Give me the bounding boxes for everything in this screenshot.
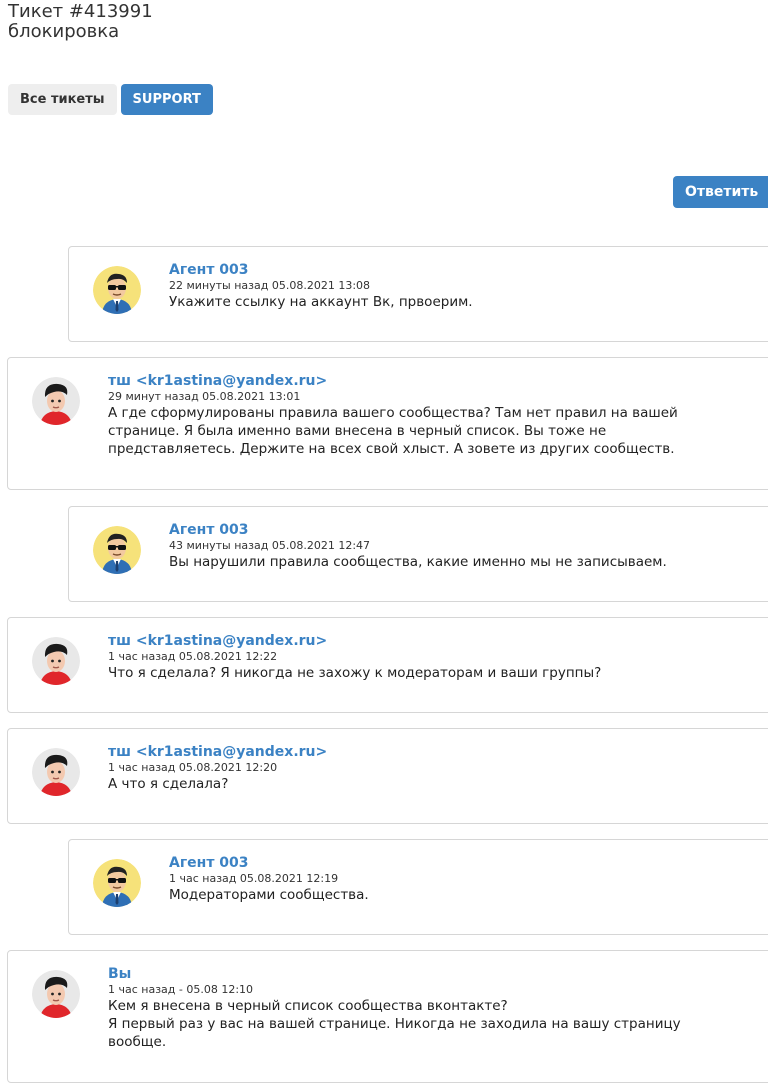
user-avatar-icon [32, 970, 80, 1018]
tab-support[interactable]: SUPPORT [120, 84, 213, 115]
agent-avatar-icon [93, 266, 141, 314]
message-line: А где сформулированы правила вашего сооб… [108, 405, 678, 421]
message-author[interactable]: тш <kr1astina@yandex.ru> [108, 744, 757, 761]
message-user: тш <kr1astina@yandex.ru> 1 час назад 05.… [7, 617, 768, 713]
tab-all-tickets[interactable]: Все тикеты [8, 84, 117, 115]
message-author[interactable]: Агент 003 [169, 262, 757, 279]
message-line: Вы нарушили правила сообщества, какие им… [169, 554, 667, 570]
message-time: 29 минут назад 05.08.2021 13:01 [108, 390, 301, 403]
message-text: А что я сделала? [108, 775, 757, 793]
message-line: Укажите ссылку на аккаунт Вк, првоерим. [169, 294, 473, 310]
message-author[interactable]: тш <kr1astina@yandex.ru> [108, 373, 757, 390]
message-text: Укажите ссылку на аккаунт Вк, првоерим. [169, 293, 757, 311]
message-content: тш <kr1astina@yandex.ru> 29 минут назад … [108, 373, 757, 458]
message-user: Вы 1 час назад - 05.08 12:10 Кем я внесе… [7, 950, 768, 1083]
message-author[interactable]: Агент 003 [169, 522, 757, 539]
message-time: 22 минуты назад 05.08.2021 13:08 [169, 279, 371, 292]
message-content: Агент 003 1 час назад 05.08.2021 12:19 М… [169, 855, 757, 904]
message-content: тш <kr1astina@yandex.ru> 1 час назад 05.… [108, 633, 757, 682]
user-avatar-icon [32, 637, 80, 685]
ticket-tabs: Все тикеты SUPPORT [8, 84, 213, 115]
message-author[interactable]: Агент 003 [169, 855, 757, 872]
agent-avatar-icon [93, 859, 141, 907]
message-line: Кем я внесена в черный список сообщества… [108, 998, 508, 1014]
message-time: 1 час назад 05.08.2021 12:19 [169, 872, 339, 885]
message-text: А где сформулированы правила вашего сооб… [108, 404, 757, 458]
message-user: тш <kr1astina@yandex.ru> 29 минут назад … [7, 357, 768, 490]
user-avatar-icon [32, 748, 80, 796]
message-text: Кем я внесена в черный список сообщества… [108, 997, 757, 1051]
message-content: Вы 1 час назад - 05.08 12:10 Кем я внесе… [108, 966, 757, 1051]
message-agent: Агент 003 1 час назад 05.08.2021 12:19 М… [68, 839, 768, 935]
message-author[interactable]: тш <kr1astina@yandex.ru> [108, 633, 757, 650]
message-time: 1 час назад 05.08.2021 12:20 [108, 761, 278, 774]
message-line: А что я сделала? [108, 776, 229, 792]
message-text: Что я сделала? Я никогда не захожу к мод… [108, 664, 757, 682]
message-content: Агент 003 43 минуты назад 05.08.2021 12:… [169, 522, 757, 571]
user-avatar-icon [32, 377, 80, 425]
message-text: Вы нарушили правила сообщества, какие им… [169, 553, 757, 571]
message-line: Я первый раз у вас на вашей странице. Ни… [108, 1016, 681, 1032]
ticket-header: Тикет #413991 блокировка [8, 2, 153, 42]
message-agent: Агент 003 22 минуты назад 05.08.2021 13:… [68, 246, 768, 342]
message-content: тш <kr1astina@yandex.ru> 1 час назад 05.… [108, 744, 757, 793]
message-line: вообще. [108, 1034, 167, 1050]
agent-avatar-icon [93, 526, 141, 574]
message-time: 1 час назад 05.08.2021 12:22 [108, 650, 278, 663]
message-user: тш <kr1astina@yandex.ru> 1 час назад 05.… [7, 728, 768, 824]
message-line: Что я сделала? Я никогда не захожу к мод… [108, 665, 602, 681]
message-content: Агент 003 22 минуты назад 05.08.2021 13:… [169, 262, 757, 311]
message-time: 1 час назад - 05.08 12:10 [108, 983, 254, 996]
message-time: 43 минуты назад 05.08.2021 12:47 [169, 539, 371, 552]
message-text: Модераторами сообщества. [169, 886, 757, 904]
reply-button[interactable]: Ответить [673, 176, 768, 208]
message-author[interactable]: Вы [108, 966, 757, 983]
message-line: странице. Я была именно вами внесена в ч… [108, 423, 607, 439]
message-line: представляетесь. Держите на всех свой хл… [108, 441, 675, 457]
ticket-subject: блокировка [8, 21, 120, 42]
message-line: Модераторами сообщества. [169, 887, 369, 903]
ticket-title: Тикет #413991 [8, 1, 153, 22]
message-agent: Агент 003 43 минуты назад 05.08.2021 12:… [68, 506, 768, 602]
